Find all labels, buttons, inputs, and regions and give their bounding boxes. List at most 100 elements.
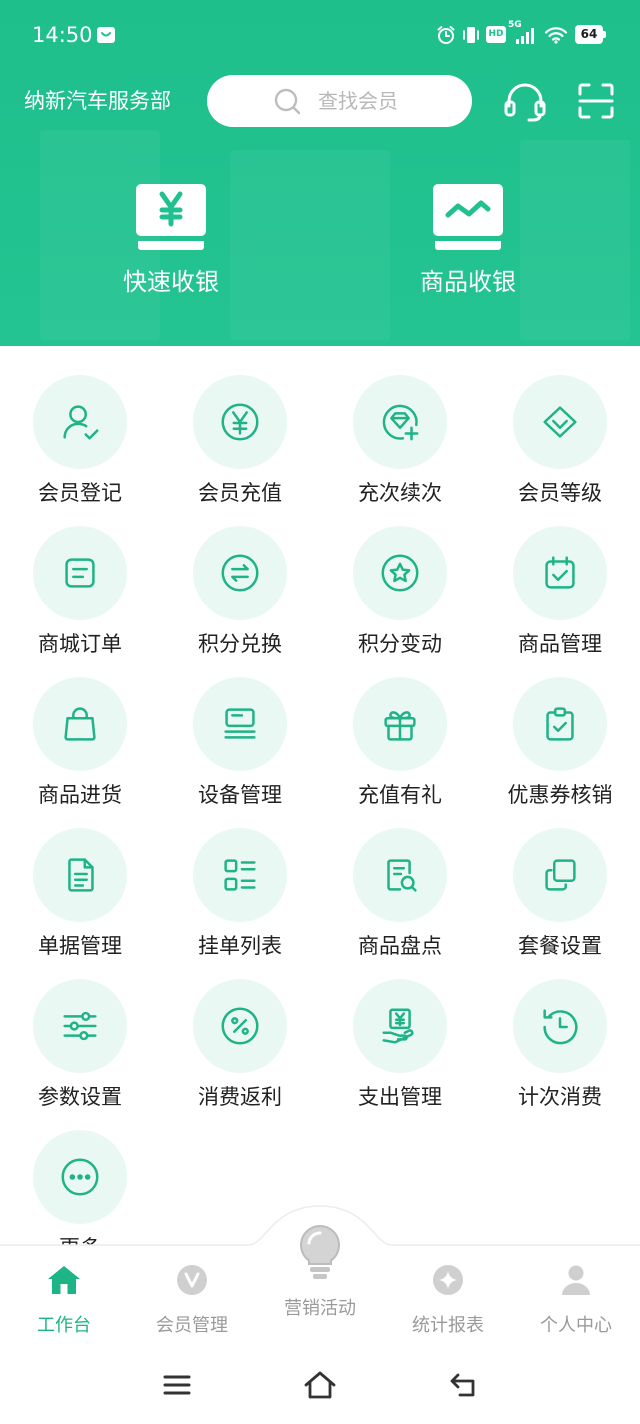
- product-cashier-button[interactable]: 商品收银: [388, 183, 548, 296]
- product-cashier-label: 商品收银: [420, 268, 516, 296]
- user-check-icon: [33, 375, 127, 469]
- grid-item-label: 计次消费: [518, 1085, 602, 1109]
- layers-icon: [513, 828, 607, 922]
- member-icon: [177, 1265, 207, 1295]
- vibrate-icon: [463, 27, 479, 43]
- hand-yen-icon: [353, 979, 447, 1073]
- grid-item-member-recharge[interactable]: 会员充值: [160, 375, 320, 526]
- tab-marketing[interactable]: 营销活动: [256, 1200, 384, 1355]
- yen-circle-icon: [193, 375, 287, 469]
- tab-member-management[interactable]: 会员管理: [128, 1200, 256, 1355]
- search-icon: [274, 88, 301, 115]
- grid-item-label: 会员登记: [38, 481, 122, 505]
- function-grid: 会员登记 会员充值 充次续次 会员等级 商城订单 积分兑换 积分变动 商品管理 …: [0, 375, 640, 1281]
- order-icon: [33, 526, 127, 620]
- gift-icon: [353, 677, 447, 771]
- grid-item-label: 单据管理: [38, 934, 122, 958]
- home-icon: [48, 1266, 80, 1294]
- product-cashier-icon: [433, 184, 503, 250]
- grid-item-label: 商品进货: [38, 783, 122, 807]
- tab-label: 个人中心: [540, 1315, 612, 1336]
- list-icon: [193, 828, 287, 922]
- star-circle-icon: [353, 526, 447, 620]
- grid-item-points-change[interactable]: 积分变动: [320, 526, 480, 677]
- grid-item-member-register[interactable]: 会员登记: [0, 375, 160, 526]
- report-icon: [433, 1265, 463, 1295]
- tab-personal-center[interactable]: 个人中心: [512, 1200, 640, 1355]
- sliders-icon: [33, 979, 127, 1073]
- grid-item-expense-management[interactable]: 支出管理: [320, 979, 480, 1130]
- grid-item-label: 设备管理: [198, 783, 282, 807]
- grid-item-package-settings[interactable]: 套餐设置: [480, 828, 640, 979]
- tab-workbench[interactable]: 工作台: [0, 1200, 128, 1355]
- wifi-icon: [544, 27, 568, 44]
- menu-icon[interactable]: [163, 1374, 191, 1396]
- clock-icon: [513, 979, 607, 1073]
- grid-item-label: 会员充值: [198, 481, 282, 505]
- grid-item-label: 参数设置: [38, 1085, 122, 1109]
- grid-item-device-management[interactable]: 设备管理: [160, 677, 320, 828]
- grid-item-product-management[interactable]: 商品管理: [480, 526, 640, 677]
- quick-cashier-label: 快速收银: [123, 268, 219, 296]
- grid-item-coupon-verify[interactable]: 优惠券核销: [480, 677, 640, 828]
- document-icon: [33, 828, 127, 922]
- tab-label: 会员管理: [156, 1315, 228, 1336]
- gem-plus-icon: [353, 375, 447, 469]
- grid-item-recharge-gift[interactable]: 充值有礼: [320, 677, 480, 828]
- header: 14:50 HD 5G 64 纳新汽车服务部 查找会员 快速收银 商品收银: [0, 0, 640, 346]
- quick-cashier-button[interactable]: 快速收银: [91, 183, 251, 296]
- app-screen: 14:50 HD 5G 64 纳新汽车服务部 查找会员 快速收银 商品收银 会员…: [0, 0, 640, 1424]
- status-time: 14:50: [32, 23, 93, 47]
- shopping-bag-icon: [33, 677, 127, 771]
- device-icon: [193, 677, 287, 771]
- grid-item-label: 充次续次: [358, 481, 442, 505]
- clipboard-check-icon: [513, 677, 607, 771]
- grid-item-label: 充值有礼: [358, 783, 442, 807]
- tab-label: 工作台: [37, 1315, 91, 1336]
- grid-item-label: 优惠券核销: [507, 783, 613, 807]
- grid-item-product-purchase[interactable]: 商品进货: [0, 677, 160, 828]
- alarm-icon: [437, 26, 455, 44]
- scan-icon[interactable]: [578, 83, 614, 119]
- battery-nub: [603, 31, 606, 38]
- grid-item-label: 商品盘点: [358, 934, 442, 958]
- grid-item-pending-order-list[interactable]: 挂单列表: [160, 828, 320, 979]
- tab-label: 营销活动: [284, 1298, 356, 1319]
- system-navigation-bar: [0, 1355, 640, 1424]
- headset-icon[interactable]: [503, 80, 547, 122]
- grid-item-label: 积分兑换: [198, 632, 282, 656]
- bottom-tab-bar: 工作台 会员管理 营销活动 统计报表 个人中心: [0, 1200, 640, 1355]
- grid-item-mall-order[interactable]: 商城订单: [0, 526, 160, 677]
- signal-icon: [516, 28, 534, 44]
- store-name: 纳新汽车服务部: [24, 89, 171, 113]
- battery-level: 64: [575, 25, 603, 44]
- grid-item-label: 积分变动: [358, 632, 442, 656]
- grid-item-consumption-rebate[interactable]: 消费返利: [160, 979, 320, 1130]
- lightbulb-icon: [300, 1224, 340, 1279]
- grid-item-label: 套餐设置: [518, 934, 602, 958]
- home-outline-icon[interactable]: [303, 1370, 337, 1400]
- percent-icon: [193, 979, 287, 1073]
- grid-item-label: 支出管理: [358, 1085, 442, 1109]
- exchange-icon: [193, 526, 287, 620]
- grid-item-times-renew[interactable]: 充次续次: [320, 375, 480, 526]
- calendar-check-icon: [513, 526, 607, 620]
- grid-item-parameter-settings[interactable]: 参数设置: [0, 979, 160, 1130]
- grid-item-product-inventory[interactable]: 商品盘点: [320, 828, 480, 979]
- grid-item-label: 商城订单: [38, 632, 122, 656]
- notification-icon: [97, 27, 115, 43]
- grid-item-count-consumption[interactable]: 计次消费: [480, 979, 640, 1130]
- back-icon[interactable]: [449, 1372, 479, 1398]
- person-icon: [562, 1265, 590, 1295]
- grid-item-label: 挂单列表: [198, 934, 282, 958]
- hd-badge: HD: [486, 26, 506, 43]
- grid-item-label: 消费返利: [198, 1085, 282, 1109]
- grid-item-label: 商品管理: [518, 632, 602, 656]
- search-input[interactable]: [318, 83, 458, 119]
- grid-item-member-level[interactable]: 会员等级: [480, 375, 640, 526]
- grid-item-points-exchange[interactable]: 积分兑换: [160, 526, 320, 677]
- grid-item-document-management[interactable]: 单据管理: [0, 828, 160, 979]
- tab-label: 统计报表: [412, 1315, 484, 1336]
- diamond-icon: [513, 375, 607, 469]
- tab-statistics[interactable]: 统计报表: [384, 1200, 512, 1355]
